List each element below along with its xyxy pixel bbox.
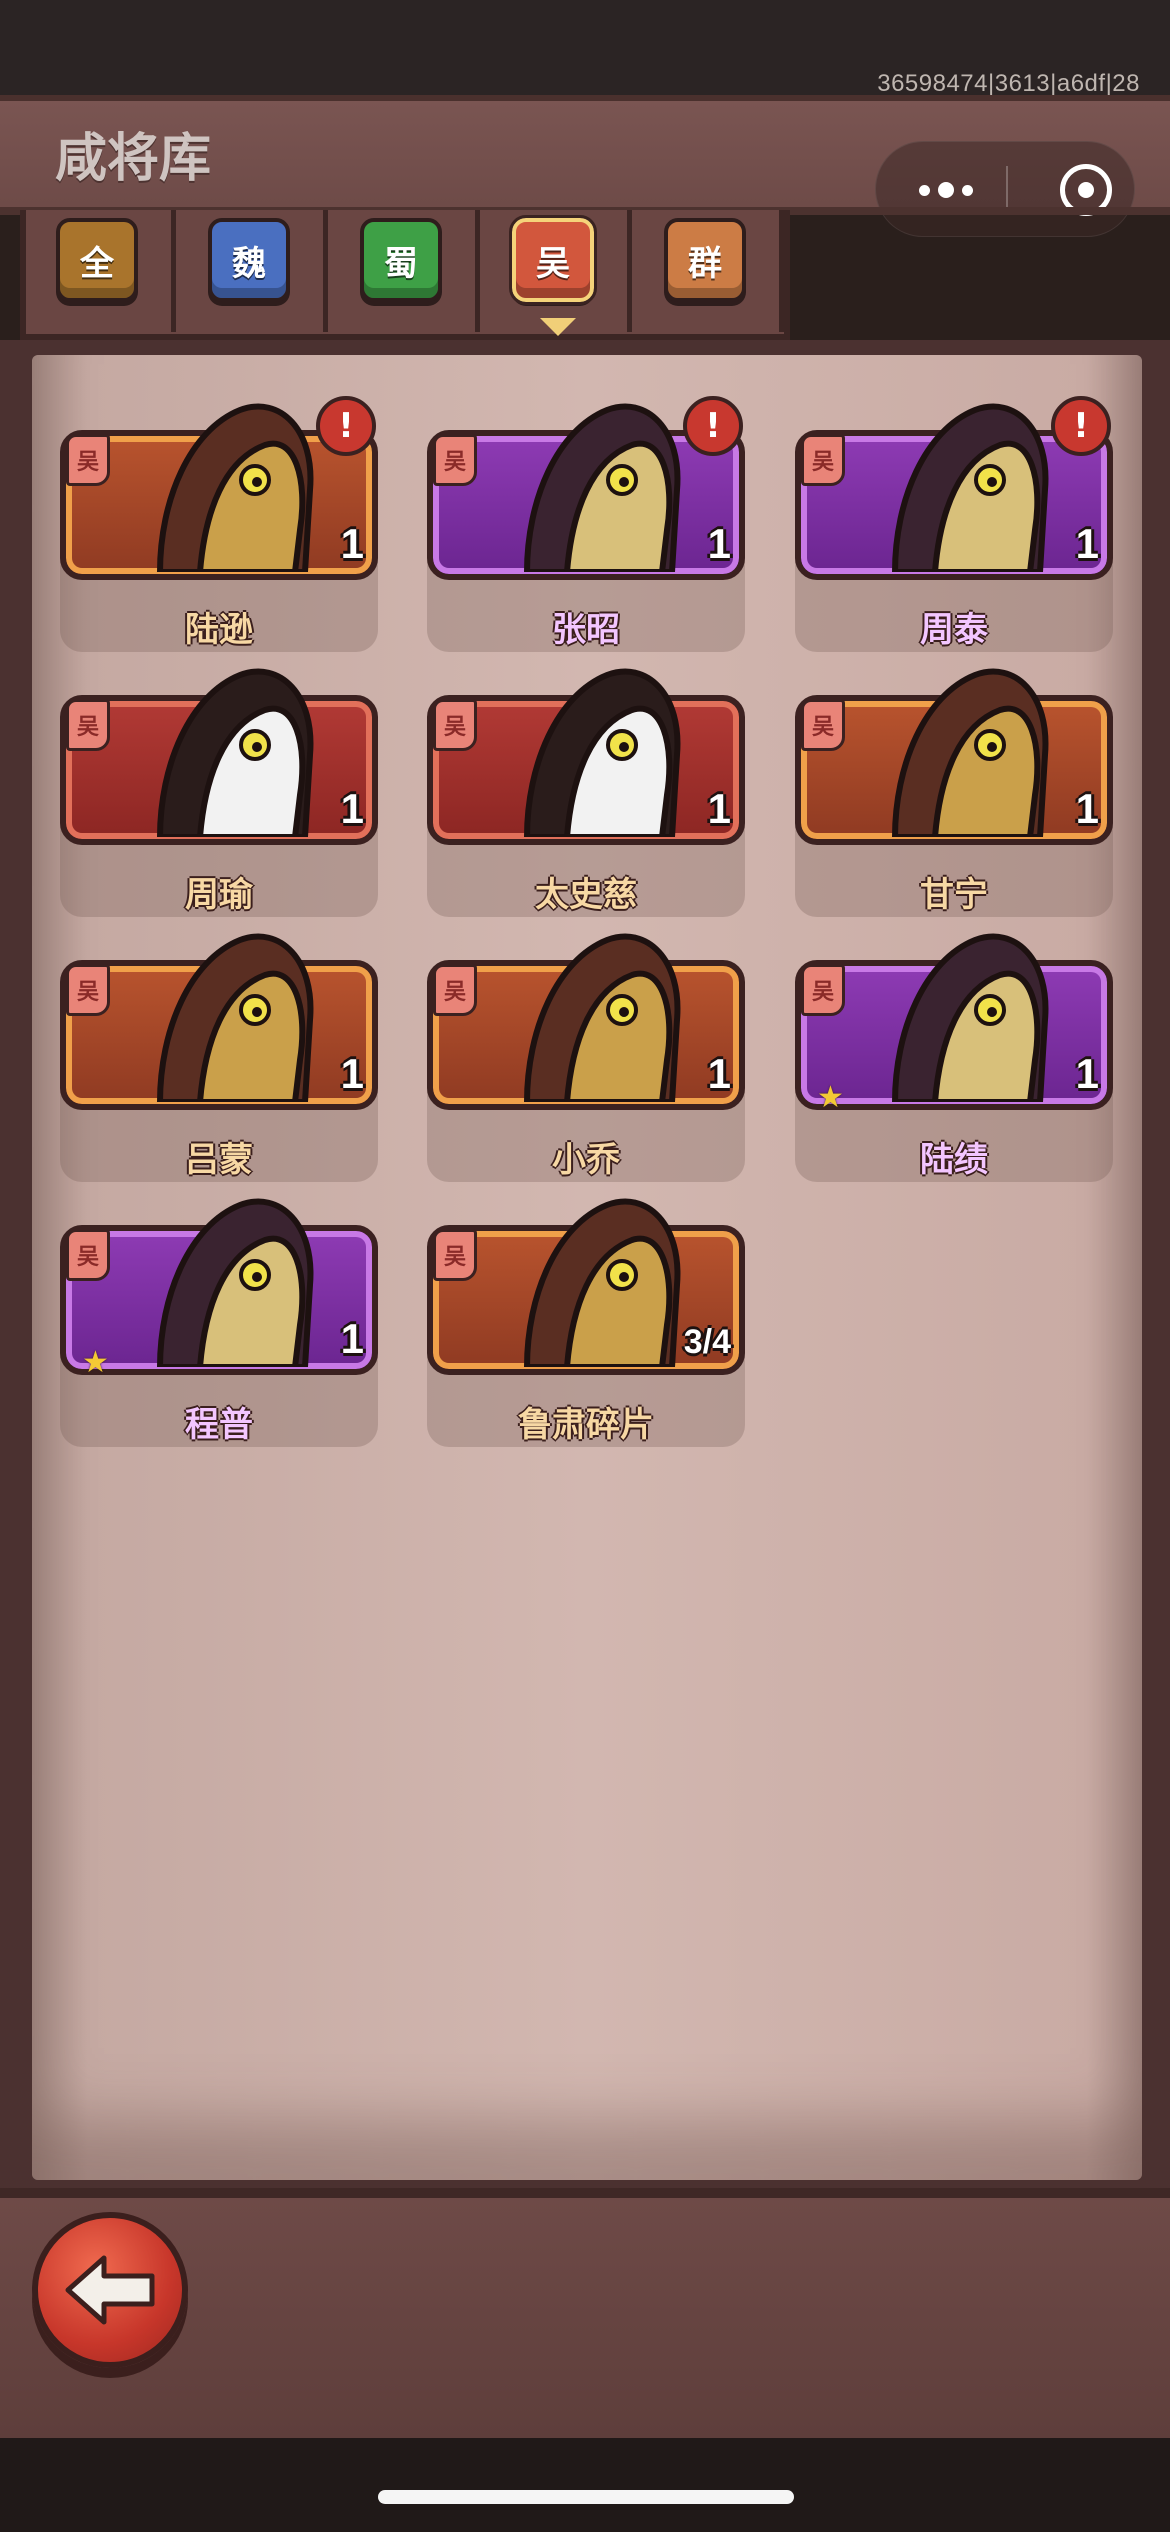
general-card[interactable]: 吴! 1 周泰	[795, 390, 1113, 652]
general-card[interactable]: 吴 3/4 鲁肃碎片	[427, 1185, 745, 1447]
kingdom-tag: 吴	[433, 1229, 477, 1281]
card-count: 1	[707, 785, 731, 832]
card-count: 1	[1075, 520, 1099, 567]
kingdom-tag: 吴	[433, 699, 477, 751]
card-count: 1	[340, 1050, 364, 1097]
general-name: 程普	[185, 1405, 253, 1445]
general-card[interactable]: 吴 1 太史慈	[427, 655, 745, 917]
general-card[interactable]: 吴 ★ 1 陆绩	[795, 920, 1113, 1182]
kingdom-tabs: 全 魏 蜀 吴 群	[20, 210, 790, 340]
card-count: 1	[707, 520, 731, 567]
general-portrait-icon	[891, 403, 1049, 572]
kingdom-tag: 吴	[801, 964, 845, 1016]
general-portrait-icon	[156, 668, 314, 837]
kingdom-tag: 吴	[433, 964, 477, 1016]
general-portrait-icon	[891, 668, 1049, 837]
general-portrait-icon	[156, 933, 314, 1102]
active-tab-pointer	[540, 318, 576, 336]
close-mini-program-button[interactable]	[1060, 164, 1112, 216]
tab-chip: 吴	[509, 215, 597, 305]
general-name: 小乔	[552, 1140, 620, 1180]
more-menu-button[interactable]	[896, 142, 996, 238]
general-portrait-icon	[523, 403, 681, 572]
general-card[interactable]: 吴 1 周瑜	[60, 655, 378, 917]
mini-program-capsule	[875, 141, 1135, 237]
general-name: 周瑜	[185, 875, 253, 915]
general-portrait-icon	[523, 668, 681, 837]
general-portrait-icon	[156, 1198, 314, 1367]
header-bar: 咸将库	[0, 95, 1170, 237]
card-count: 1	[340, 520, 364, 567]
general-name: 周泰	[920, 610, 988, 650]
general-portrait-icon	[156, 403, 314, 572]
star-icon: ★	[82, 1345, 109, 1380]
tab-chip: 群	[664, 218, 746, 302]
tab-wu[interactable]: 吴	[482, 210, 632, 332]
tab-chip: 全	[56, 218, 138, 302]
build-id-label: 36598474|3613|a6df|28	[877, 70, 1140, 97]
general-name: 陆逊	[185, 610, 253, 650]
kingdom-tag: 吴	[66, 1229, 110, 1281]
alert-badge-icon: !	[1051, 396, 1111, 456]
top-status-strip: 36598474|3613|a6df|28	[0, 0, 1170, 100]
general-card[interactable]: 吴 1 吕蒙	[60, 920, 378, 1182]
general-portrait-icon	[523, 933, 681, 1102]
dot-icon	[962, 184, 973, 196]
card-count: 1	[707, 1050, 731, 1097]
tab-all[interactable]: 全	[26, 210, 176, 332]
general-name: 张昭	[552, 610, 620, 650]
star-icon: ★	[817, 1080, 844, 1115]
kingdom-tag: 吴	[66, 964, 110, 1016]
card-count: 1	[1075, 1050, 1099, 1097]
general-card[interactable]: 吴 ★ 1 程普	[60, 1185, 378, 1447]
home-indicator[interactable]	[378, 2490, 794, 2504]
general-portrait-icon	[523, 1198, 681, 1367]
dot-icon	[919, 184, 930, 196]
general-card[interactable]: 吴! 1 陆逊	[60, 390, 378, 652]
alert-badge-icon: !	[683, 396, 743, 456]
back-arrow-icon	[65, 2255, 155, 2325]
card-count: 3/4	[683, 1323, 731, 1361]
page-title: 咸将库	[55, 129, 212, 189]
general-name: 吕蒙	[185, 1140, 253, 1180]
tab-chip: 蜀	[360, 218, 442, 302]
alert-badge-icon: !	[316, 396, 376, 456]
general-name: 甘宁	[920, 875, 988, 915]
bottom-safe-area	[0, 2438, 1170, 2532]
card-count: 1	[340, 785, 364, 832]
general-card[interactable]: 吴 1 甘宁	[795, 655, 1113, 917]
general-name: 陆绩	[920, 1140, 988, 1180]
back-button[interactable]	[32, 2212, 188, 2368]
tab-wei[interactable]: 魏	[178, 210, 328, 332]
general-card[interactable]: 吴 1 小乔	[427, 920, 745, 1182]
tab-qun[interactable]: 群	[634, 210, 784, 332]
tab-chip: 魏	[208, 218, 290, 302]
general-portrait-icon	[891, 933, 1049, 1102]
general-card[interactable]: 吴! 1 张昭	[427, 390, 745, 652]
kingdom-tag: 吴	[801, 699, 845, 751]
card-count: 1	[340, 1315, 364, 1362]
general-name: 太史慈	[535, 875, 637, 915]
target-icon	[1078, 182, 1094, 198]
general-name: 鲁肃碎片	[518, 1405, 654, 1445]
capsule-divider	[1006, 166, 1008, 214]
dot-icon	[938, 182, 954, 198]
kingdom-tag: 吴	[433, 434, 477, 486]
kingdom-tag: 吴	[66, 699, 110, 751]
tab-shu[interactable]: 蜀	[330, 210, 480, 332]
kingdom-tag: 吴	[801, 434, 845, 486]
kingdom-tag: 吴	[66, 434, 110, 486]
card-count: 1	[1075, 785, 1099, 832]
